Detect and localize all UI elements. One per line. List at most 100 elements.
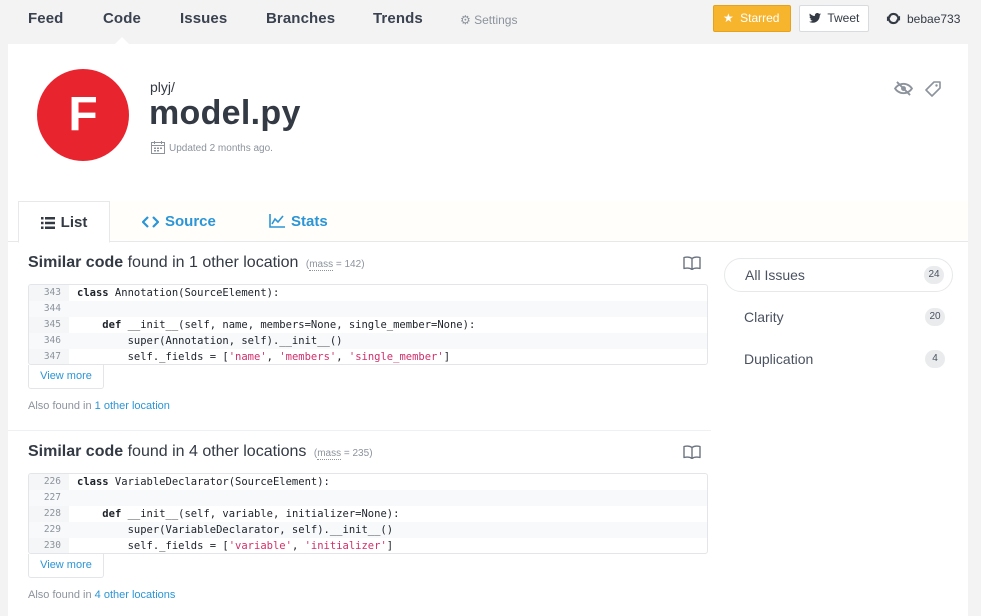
code-line: 228 def __init__(self, variable, initial… bbox=[29, 506, 707, 522]
line-number: 227 bbox=[43, 492, 61, 503]
code-line: 343 class Annotation(SourceElement): bbox=[29, 285, 707, 301]
line-number: 347 bbox=[43, 351, 61, 362]
sidebar-item-label: Duplication bbox=[744, 351, 814, 367]
code-line: 229 super(VariableDeclarator, self).__in… bbox=[29, 522, 707, 538]
code-text: class Annotation(SourceElement): bbox=[77, 287, 280, 299]
code-line: 346 super(Annotation, self).__init__() bbox=[29, 333, 707, 349]
nav-issues[interactable]: Issues bbox=[180, 10, 227, 27]
code-text: def __init__(self, name, members=None, s… bbox=[102, 319, 476, 331]
line-number: 228 bbox=[43, 508, 61, 519]
issue-count-badge: 24 bbox=[924, 266, 944, 284]
nav-feed[interactable]: Feed bbox=[28, 10, 63, 27]
book-icon[interactable] bbox=[683, 445, 701, 459]
mass-info: (mass = 235) bbox=[313, 448, 373, 460]
mass-info: (mass = 142) bbox=[305, 259, 365, 271]
book-icon[interactable] bbox=[683, 256, 701, 270]
also-found-prefix: Also found in bbox=[28, 589, 95, 601]
sidebar-item-clarity[interactable]: Clarity 20 bbox=[724, 300, 953, 334]
nav-code[interactable]: Code bbox=[103, 10, 141, 45]
sync-icon bbox=[886, 12, 901, 25]
issue-count-badge: 20 bbox=[925, 308, 945, 326]
code-text: class VariableDeclarator(SourceElement): bbox=[77, 476, 330, 488]
updated-text: Updated 2 months ago. bbox=[169, 143, 273, 154]
tag-icon[interactable] bbox=[925, 81, 941, 97]
issue-title-rest: found in 1 other location bbox=[123, 254, 299, 271]
issue-title-bold: Similar code bbox=[28, 443, 124, 460]
top-nav: Feed Code Issues Branches Trends ⚙ Setti… bbox=[0, 0, 981, 45]
code-text: super(VariableDeclarator, self).__init__… bbox=[77, 524, 394, 536]
code-text: def __init__(self, variable, initializer… bbox=[102, 508, 400, 520]
code-line: 347 self._fields = ['name', 'members', '… bbox=[29, 349, 707, 364]
repo-owner-link[interactable]: plyj/ bbox=[150, 79, 175, 95]
main-card: F plyj/ model.py Updated 2 months ago. L… bbox=[8, 44, 968, 616]
calendar-icon bbox=[151, 141, 165, 154]
twitter-icon bbox=[809, 13, 821, 23]
code-line: 230 self._fields = ['variable', 'initial… bbox=[29, 538, 707, 553]
tweet-button[interactable]: Tweet bbox=[799, 5, 869, 32]
page-title: model.py bbox=[149, 94, 301, 132]
code-icon bbox=[142, 216, 159, 228]
tweet-label: Tweet bbox=[827, 11, 860, 25]
issue-count-badge: 4 bbox=[925, 350, 945, 368]
code-text: super(Annotation, self).__init__() bbox=[77, 335, 343, 347]
nav-settings[interactable]: ⚙ Settings bbox=[460, 13, 517, 27]
code-text: self._fields = ['name', 'members', 'sing… bbox=[77, 351, 451, 363]
also-found-link[interactable]: 4 other locations bbox=[95, 589, 176, 601]
nav-settings-label: Settings bbox=[474, 13, 518, 27]
sidebar-item-label: All Issues bbox=[745, 267, 805, 283]
nav-branches[interactable]: Branches bbox=[266, 10, 335, 27]
issue-title: Similar code found in 1 other location (… bbox=[28, 254, 365, 272]
also-found-prefix: Also found in bbox=[28, 400, 95, 412]
code-line: 345 def __init__(self, name, members=Non… bbox=[29, 317, 707, 333]
sidebar-item-all-issues[interactable]: All Issues 24 bbox=[724, 258, 953, 292]
stats-icon bbox=[269, 214, 285, 228]
code-snippet: 226 class VariableDeclarator(SourceEleme… bbox=[28, 473, 708, 554]
nav-trends[interactable]: Trends bbox=[373, 10, 423, 27]
view-more-button[interactable]: View more bbox=[28, 554, 104, 578]
code-text: self._fields = ['variable', 'initializer… bbox=[77, 540, 394, 552]
tab-list-label: List bbox=[60, 214, 88, 231]
line-number: 343 bbox=[43, 287, 61, 298]
line-number: 346 bbox=[43, 335, 61, 346]
sidebar-item-label: Clarity bbox=[744, 309, 784, 325]
starred-label: Starred bbox=[740, 11, 780, 25]
issue-title-rest: found in 4 other locations bbox=[123, 443, 307, 460]
tab-source[interactable]: Source bbox=[142, 201, 216, 242]
issue-title: Similar code found in 4 other locations … bbox=[28, 443, 373, 461]
star-icon: ★ bbox=[723, 11, 734, 25]
line-number: 230 bbox=[43, 540, 61, 551]
line-number: 229 bbox=[43, 524, 61, 535]
line-number: 344 bbox=[43, 303, 61, 314]
starred-button[interactable]: ★ Starred bbox=[713, 5, 791, 32]
line-number: 345 bbox=[43, 319, 61, 330]
tab-bar-background bbox=[110, 201, 968, 241]
also-found: Also found in 4 other locations bbox=[28, 589, 175, 601]
also-found: Also found in 1 other location bbox=[28, 400, 170, 412]
code-snippet: 343 class Annotation(SourceElement): 344… bbox=[28, 284, 708, 365]
mass-value: = 235 bbox=[343, 448, 370, 459]
mass-value: = 142 bbox=[335, 259, 362, 270]
tab-stats-label: Stats bbox=[291, 213, 328, 230]
mass-label: mass bbox=[317, 448, 342, 460]
eye-slash-icon[interactable] bbox=[894, 81, 913, 96]
tab-list[interactable]: List bbox=[18, 201, 110, 243]
also-found-link[interactable]: 1 other location bbox=[95, 400, 170, 412]
updated-info: Updated 2 months ago. bbox=[151, 141, 273, 154]
divider bbox=[8, 430, 711, 431]
line-number: 226 bbox=[43, 476, 61, 487]
issue-title-bold: Similar code bbox=[28, 254, 124, 271]
code-line: 344 bbox=[29, 301, 707, 317]
gear-icon: ⚙ bbox=[460, 13, 471, 27]
mass-label: mass bbox=[309, 259, 334, 271]
username: bebae733 bbox=[907, 12, 961, 26]
code-line: 227 bbox=[29, 490, 707, 506]
code-line: 226 class VariableDeclarator(SourceEleme… bbox=[29, 474, 707, 490]
tab-bar: List Source Stats bbox=[8, 201, 968, 243]
list-icon bbox=[40, 217, 55, 229]
tab-stats[interactable]: Stats bbox=[269, 201, 328, 242]
view-more-button[interactable]: View more bbox=[28, 365, 104, 389]
tab-source-label: Source bbox=[165, 213, 216, 230]
sidebar-item-duplication[interactable]: Duplication 4 bbox=[724, 342, 953, 376]
repo-avatar: F bbox=[37, 69, 129, 161]
user-menu[interactable]: bebae733 bbox=[886, 11, 960, 26]
